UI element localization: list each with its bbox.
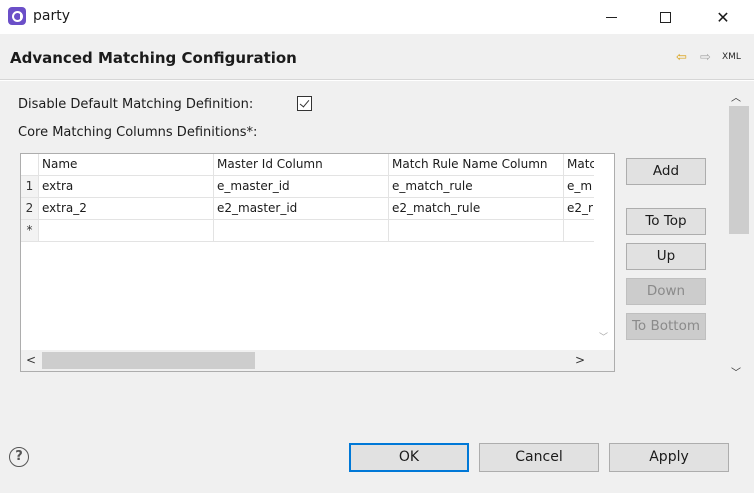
- disable-default-label: Disable Default Matching Definition:: [18, 97, 254, 112]
- row-index-header: [21, 154, 39, 176]
- cancel-button[interactable]: Cancel: [479, 443, 599, 472]
- table-cell[interactable]: e2_r: [564, 198, 594, 220]
- table-scrollbar-thumb[interactable]: [42, 352, 255, 369]
- table-cell[interactable]: e2_master_id: [214, 198, 389, 220]
- table-cell[interactable]: extra_2: [39, 198, 214, 220]
- arrow-right-icon[interactable]: ⇨: [700, 50, 711, 65]
- table-header: Name Master Id Column Match Rule Name Co…: [21, 154, 594, 176]
- add-button[interactable]: Add: [626, 158, 706, 185]
- core-columns-table: Name Master Id Column Match Rule Name Co…: [20, 153, 615, 372]
- row-index: 2: [21, 198, 39, 220]
- column-header[interactable]: Master Id Column: [214, 154, 389, 176]
- close-button[interactable]: ✕: [700, 0, 746, 34]
- page-scrollbar-thumb[interactable]: [729, 106, 749, 234]
- to-top-button[interactable]: To Top: [626, 208, 706, 235]
- table-cell[interactable]: [389, 220, 564, 242]
- to-bottom-button[interactable]: To Bottom: [626, 313, 706, 340]
- app-logo-icon: [8, 7, 26, 25]
- window-title: party: [33, 8, 70, 24]
- table-cell[interactable]: e_match_rule: [389, 176, 564, 198]
- minimize-button[interactable]: [588, 0, 634, 34]
- table-cell[interactable]: e_m: [564, 176, 594, 198]
- table-vertical-scrollbar[interactable]: ﹀: [594, 154, 614, 350]
- table-cell[interactable]: e2_match_rule: [389, 198, 564, 220]
- close-icon: ✕: [716, 7, 730, 27]
- up-button[interactable]: Up: [626, 243, 706, 270]
- core-columns-label: Core Matching Columns Definitions*:: [18, 125, 258, 140]
- help-icon[interactable]: ?: [9, 447, 29, 467]
- table-row[interactable]: 2 extra_2 e2_master_id e2_match_rule e2_…: [21, 198, 594, 220]
- maximize-icon: [659, 11, 671, 23]
- down-button[interactable]: Down: [626, 278, 706, 305]
- title-bar: party ✕: [0, 0, 754, 34]
- table-row[interactable]: 1 extra e_master_id e_match_rule e_m: [21, 176, 594, 198]
- new-row[interactable]: *: [21, 220, 594, 242]
- chevron-up-icon[interactable]: ︿: [731, 89, 741, 104]
- maximize-button[interactable]: [642, 0, 688, 34]
- column-header[interactable]: Matc: [564, 154, 594, 176]
- chevron-down-icon[interactable]: ﹀: [731, 364, 741, 379]
- content-area: Disable Default Matching Definition: Cor…: [0, 81, 754, 493]
- chevron-left-icon[interactable]: <: [26, 353, 36, 367]
- column-header[interactable]: Name: [39, 154, 214, 176]
- table-cell[interactable]: [564, 220, 594, 242]
- table-horizontal-scrollbar[interactable]: < >: [21, 350, 614, 371]
- table-cell[interactable]: extra: [39, 176, 214, 198]
- row-index: *: [21, 220, 39, 242]
- xml-label[interactable]: XML: [722, 52, 741, 62]
- apply-button[interactable]: Apply: [609, 443, 729, 472]
- ok-button[interactable]: OK: [349, 443, 469, 472]
- minimize-icon: [605, 16, 617, 18]
- row-index: 1: [21, 176, 39, 198]
- table-cell[interactable]: [39, 220, 214, 242]
- table-cell[interactable]: [214, 220, 389, 242]
- page-scrollbar[interactable]: ︿ ﹀: [724, 81, 754, 381]
- arrow-left-icon[interactable]: ⇦: [676, 50, 687, 65]
- chevron-down-icon[interactable]: ﹀: [599, 330, 608, 343]
- column-header[interactable]: Match Rule Name Column: [389, 154, 564, 176]
- page-title: Advanced Matching Configuration: [10, 49, 297, 67]
- chevron-right-icon[interactable]: >: [575, 353, 585, 367]
- disable-default-checkbox[interactable]: [297, 96, 312, 111]
- page-header: Advanced Matching Configuration ⇦ ⇨ XML: [0, 34, 754, 80]
- table-cell[interactable]: e_master_id: [214, 176, 389, 198]
